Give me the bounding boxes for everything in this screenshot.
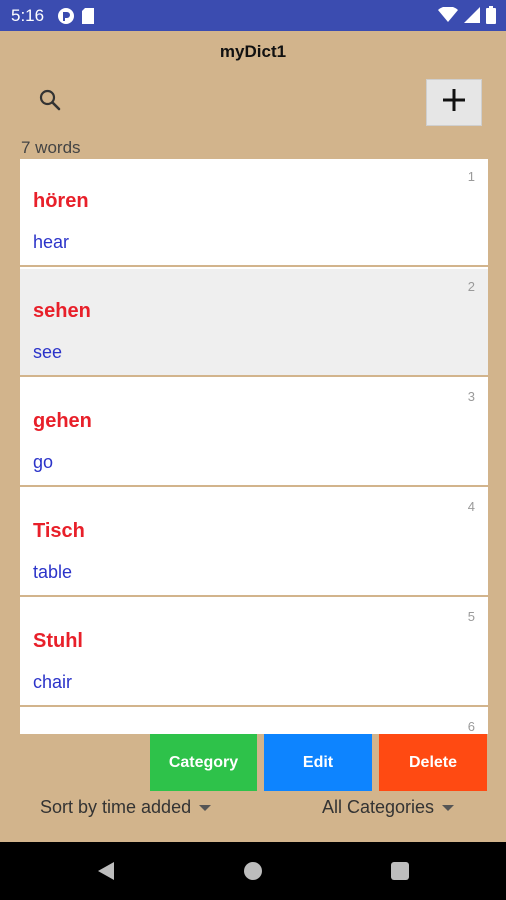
list-item[interactable]: 3 gehen go <box>20 379 488 487</box>
plus-icon <box>442 88 466 117</box>
category-filter-label: All Categories <box>322 797 435 817</box>
sort-dropdown[interactable]: Sort by time added <box>40 797 212 818</box>
item-index: 4 <box>467 499 475 514</box>
list-item[interactable]: 6 <box>20 709 488 734</box>
item-index: 2 <box>467 279 475 294</box>
home-icon[interactable] <box>244 862 262 880</box>
back-icon[interactable] <box>97 861 115 886</box>
item-word: gehen <box>33 410 92 432</box>
item-meaning: go <box>33 452 54 472</box>
battery-icon <box>486 6 496 29</box>
signal-icon <box>464 7 480 28</box>
category-filter-dropdown[interactable]: All Categories <box>322 797 455 818</box>
item-index: 5 <box>467 609 475 624</box>
add-word-button[interactable] <box>426 79 482 126</box>
edit-button[interactable]: Edit <box>264 734 372 791</box>
chevron-down-icon <box>442 804 455 811</box>
sort-selected-label: Sort by time added <box>40 797 192 817</box>
item-index: 1 <box>467 169 475 184</box>
page-title: myDict1 <box>219 42 287 61</box>
word-count: 7 words <box>21 138 81 157</box>
list-item[interactable]: 1 hören hear <box>20 159 488 267</box>
system-nav-bar <box>0 842 506 900</box>
item-meaning: hear <box>33 232 70 252</box>
list-item[interactable]: 5 Stuhl chair <box>20 599 488 707</box>
chevron-down-icon <box>199 804 212 811</box>
wifi-icon <box>438 6 458 28</box>
category-button[interactable]: Category <box>150 734 257 791</box>
search-button[interactable] <box>34 86 66 118</box>
item-index: 6 <box>467 719 475 734</box>
item-meaning: chair <box>33 672 73 692</box>
recents-icon[interactable] <box>391 862 409 880</box>
list-item[interactable]: 4 Tisch table <box>20 489 488 597</box>
status-bar: 5:16 <box>0 0 506 31</box>
item-word: Stuhl <box>33 630 83 652</box>
status-time: 5:16 <box>11 6 45 25</box>
item-word: hören <box>33 190 89 212</box>
list-item-selected[interactable]: 2 sehen see <box>20 269 488 377</box>
item-word: Tisch <box>33 520 85 542</box>
app-notification-icon <box>57 7 75 30</box>
word-list[interactable]: 1 hören hear 2 sehen see 3 gehen go 4 Ti… <box>20 159 488 734</box>
item-meaning: table <box>33 562 73 582</box>
sd-card-icon <box>81 7 95 30</box>
item-word: sehen <box>33 300 91 322</box>
item-index: 3 <box>467 389 475 404</box>
delete-button[interactable]: Delete <box>379 734 487 791</box>
search-icon <box>38 88 62 117</box>
item-meaning: see <box>33 342 63 362</box>
